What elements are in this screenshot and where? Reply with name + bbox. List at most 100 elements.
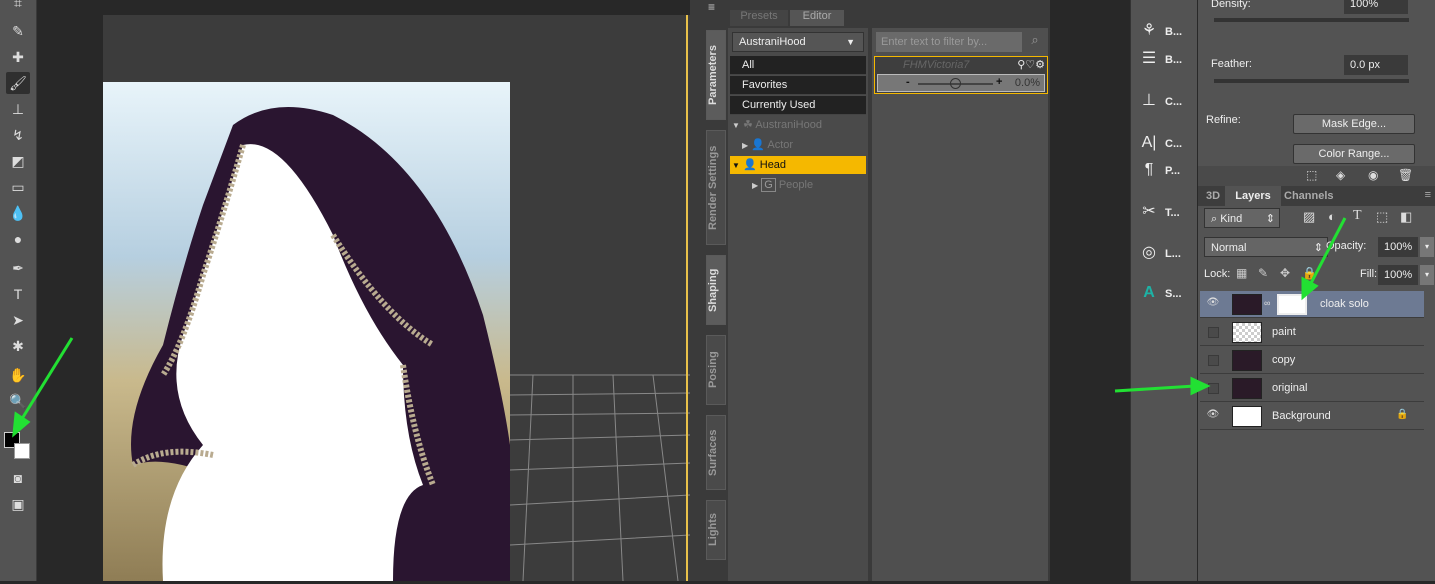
panel-menu-icon[interactable]: ≡ [1425, 189, 1431, 201]
category-currently-used[interactable]: Currently Used [730, 96, 866, 115]
menu-icon[interactable]: ≡ [708, 0, 715, 20]
side-tab-render-settings[interactable]: Render Settings [706, 130, 726, 245]
decrement-button[interactable]: - [906, 76, 910, 88]
layer-name[interactable]: cloak solo [1320, 298, 1369, 310]
lock-transparent-icon[interactable]: ▦ [1236, 266, 1247, 280]
feather-label: Feather: [1211, 58, 1252, 70]
tab-3d[interactable]: 3D [1206, 190, 1220, 202]
layer-name[interactable]: original [1272, 382, 1307, 394]
history-brush-tool-icon[interactable]: ↯ [6, 124, 30, 146]
layer-row-background[interactable]: 👁 Background 🔒 [1200, 403, 1424, 430]
layer-row-original[interactable]: original [1200, 375, 1424, 402]
parameter-options-icons[interactable]: ⚲♡⚙ [1017, 58, 1045, 71]
tree-item-head[interactable]: ▼ 👤 Head [730, 156, 866, 175]
visibility-toggle[interactable] [1208, 383, 1219, 394]
visibility-icon[interactable]: ◉ [1368, 168, 1378, 182]
panel-brush-presets[interactable]: ⚘ B... [1137, 18, 1195, 44]
tree-item-people[interactable]: ▶ G People [730, 176, 866, 195]
hand-tool-icon[interactable]: ✋ [6, 364, 30, 386]
tab-editor[interactable]: Editor [790, 10, 844, 26]
panel-character[interactable]: A| C... [1137, 130, 1195, 156]
brush-tool-icon[interactable]: 🖌 [6, 72, 30, 94]
blur-tool-icon[interactable]: 💧 [6, 202, 30, 224]
layer-name[interactable]: Background [1272, 410, 1331, 422]
eye-icon[interactable]: 👁 [1206, 409, 1220, 423]
healing-brush-tool-icon[interactable]: ✚ [6, 46, 30, 68]
panel-clone-source[interactable]: ⊥ C... [1137, 88, 1195, 114]
clone-stamp-tool-icon[interactable]: ⊥ [6, 98, 30, 120]
filter-adjustment-icon[interactable]: ◐ [1328, 209, 1336, 224]
parameter-slider-fhmvictoria7[interactable]: FHMVictoria7 ⚲♡⚙ - + 0.0% [874, 56, 1048, 94]
density-slider[interactable] [1214, 18, 1409, 22]
tree-item-austranihood[interactable]: ▼ ☘ AustraniHood [730, 116, 866, 135]
screen-mode-icon[interactable]: ▣ [6, 493, 30, 515]
side-tab-surfaces[interactable]: Surfaces [706, 415, 726, 490]
filter-shape-icon[interactable]: ⬚ [1376, 209, 1388, 225]
layer-row-paint[interactable]: paint [1200, 319, 1424, 346]
crop-tool-icon[interactable]: ⌗ [6, 0, 30, 14]
link-icon[interactable]: ∞ [1264, 298, 1270, 308]
load-selection-icon[interactable]: ⬚ [1306, 168, 1317, 182]
apply-mask-icon[interactable]: ◈ [1336, 168, 1345, 182]
panel-tool-presets[interactable]: ✂ T... [1137, 199, 1195, 225]
opacity-dropdown[interactable]: ▾ [1420, 237, 1434, 257]
mask-edge-button[interactable]: Mask Edge... [1293, 114, 1415, 134]
panel-stock[interactable]: A S... [1137, 280, 1195, 306]
path-selection-tool-icon[interactable]: ➤ [6, 309, 30, 331]
side-tab-lights[interactable]: Lights [706, 500, 726, 560]
feather-input[interactable]: 0.0 px [1344, 55, 1408, 75]
layer-name[interactable]: paint [1272, 326, 1296, 338]
eraser-tool-icon[interactable]: ◩ [6, 150, 30, 172]
tab-layers[interactable]: Layers [1225, 186, 1281, 206]
side-tab-posing[interactable]: Posing [706, 335, 726, 405]
category-favorites[interactable]: Favorites [730, 76, 866, 95]
filter-input[interactable]: Enter text to filter by... [876, 32, 1022, 52]
fill-dropdown[interactable]: ▾ [1420, 265, 1434, 285]
filter-type-icon[interactable]: T [1353, 208, 1362, 224]
type-tool-icon[interactable]: T [6, 283, 30, 305]
tab-presets[interactable]: Presets [730, 10, 788, 26]
increment-button[interactable]: + [996, 76, 1002, 88]
color-range-button[interactable]: Color Range... [1293, 144, 1415, 164]
pen-tool-icon[interactable]: ✒ [6, 257, 30, 279]
lock-position-icon[interactable]: ✥ [1280, 266, 1290, 280]
quick-mask-icon[interactable]: ◙ [6, 467, 30, 489]
category-all[interactable]: All [730, 56, 866, 75]
parameter-value[interactable]: 0.0% [1015, 77, 1040, 89]
dodge-tool-icon[interactable]: ● [6, 228, 30, 250]
tree-item-actor[interactable]: ▶ 👤 Actor [730, 136, 866, 155]
filter-pixel-icon[interactable]: ▨ [1303, 209, 1315, 225]
visibility-toggle[interactable] [1208, 327, 1219, 338]
lock-pixels-icon[interactable]: ✎ [1258, 266, 1268, 280]
layer-name[interactable]: copy [1272, 354, 1295, 366]
panel-libraries[interactable]: ◎ L... [1137, 240, 1195, 266]
document-viewport[interactable] [103, 15, 691, 582]
blend-mode-select[interactable]: Normal ⇕ [1204, 237, 1328, 257]
visibility-toggle[interactable] [1208, 355, 1219, 366]
zoom-tool-icon[interactable]: 🔍 [6, 390, 30, 412]
search-icon[interactable]: ⌕ [1024, 32, 1046, 52]
fill-input[interactable]: 100% [1378, 265, 1418, 285]
gradient-tool-icon[interactable]: ▭ [6, 176, 30, 198]
side-tab-shaping[interactable]: Shaping [706, 255, 726, 325]
eye-icon[interactable]: 👁 [1206, 297, 1220, 311]
panel-brush[interactable]: ☰ B... [1137, 46, 1195, 72]
eyedropper-tool-icon[interactable]: ✎ [6, 20, 30, 42]
slider-knob[interactable] [950, 78, 961, 89]
trash-icon[interactable]: 🗑 [1398, 168, 1413, 182]
opacity-input[interactable]: 100% [1378, 237, 1418, 257]
layer-row-cloak-solo[interactable]: 👁 ∞ cloak solo [1200, 291, 1424, 318]
custom-shape-tool-icon[interactable]: ✱ [6, 335, 30, 357]
layer-row-copy[interactable]: copy [1200, 347, 1424, 374]
lock-all-icon[interactable]: 🔒 [1302, 266, 1317, 280]
background-color-swatch[interactable] [14, 443, 30, 459]
density-input[interactable]: 100% [1344, 0, 1408, 14]
tab-channels[interactable]: Channels [1284, 190, 1334, 202]
side-tab-parameters[interactable]: Parameters [706, 30, 726, 120]
filter-smart-object-icon[interactable]: ◧ [1400, 209, 1412, 225]
node-dropdown[interactable]: AustraniHood ▼ [732, 32, 864, 52]
panel-paragraph[interactable]: ¶ P... [1137, 157, 1195, 183]
kind-filter-select[interactable]: ⌕ Kind ⇕ [1204, 208, 1280, 228]
feather-slider[interactable] [1214, 79, 1409, 83]
layer-mask-thumbnail[interactable] [1277, 294, 1307, 315]
